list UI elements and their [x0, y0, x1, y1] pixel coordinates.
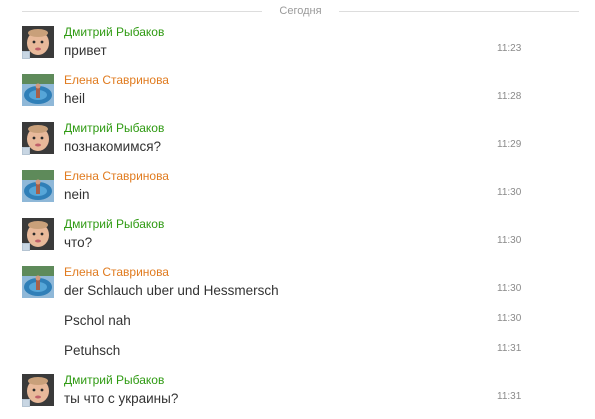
message-author[interactable]: Елена Ставринова	[64, 169, 169, 183]
message-text: привет	[64, 43, 107, 58]
message-text: nein	[64, 187, 90, 202]
avatar-elena-icon[interactable]	[22, 266, 54, 298]
pool-photo-icon	[22, 170, 54, 202]
message-time: 11:30	[497, 235, 522, 246]
avatar-elena-icon[interactable]	[22, 74, 54, 106]
message-text: Pschol nah	[64, 313, 131, 328]
online-indicator-icon	[22, 147, 30, 155]
avatar-elena-icon[interactable]	[22, 170, 54, 202]
online-indicator-icon	[22, 243, 30, 251]
message-time: 11:29	[497, 139, 522, 150]
message-time: 11:31	[497, 391, 522, 402]
online-indicator-icon	[22, 51, 30, 59]
message-text: der Schlauch uber und Hessmersch	[64, 283, 279, 298]
message-author[interactable]: Дмитрий Рыбаков	[64, 25, 164, 39]
online-indicator-icon	[22, 399, 30, 407]
message-author[interactable]: Дмитрий Рыбаков	[64, 373, 164, 387]
message-text: ты что с украины?	[64, 391, 179, 406]
pool-photo-icon	[22, 74, 54, 106]
pool-photo-icon	[22, 266, 54, 298]
message-time: 11:28	[497, 91, 522, 102]
message-author[interactable]: Елена Ставринова	[64, 265, 169, 279]
message-time: 11:31	[497, 343, 522, 354]
message-text: что?	[64, 235, 93, 250]
message-author[interactable]: Елена Ставринова	[64, 73, 169, 87]
message-author[interactable]: Дмитрий Рыбаков	[64, 217, 164, 231]
message-text: познакомимся?	[64, 139, 162, 154]
message-time: 11:30	[497, 283, 522, 294]
message-time: 11:30	[497, 313, 522, 324]
message-text: heil	[64, 91, 86, 106]
message-time: 11:30	[497, 187, 522, 198]
day-separator: Сегодня	[22, 3, 579, 19]
separator-line-right	[339, 11, 579, 12]
message-author[interactable]: Дмитрий Рыбаков	[64, 121, 164, 135]
message-time: 11:23	[497, 43, 522, 54]
message-text: Petuhsch	[64, 343, 121, 358]
